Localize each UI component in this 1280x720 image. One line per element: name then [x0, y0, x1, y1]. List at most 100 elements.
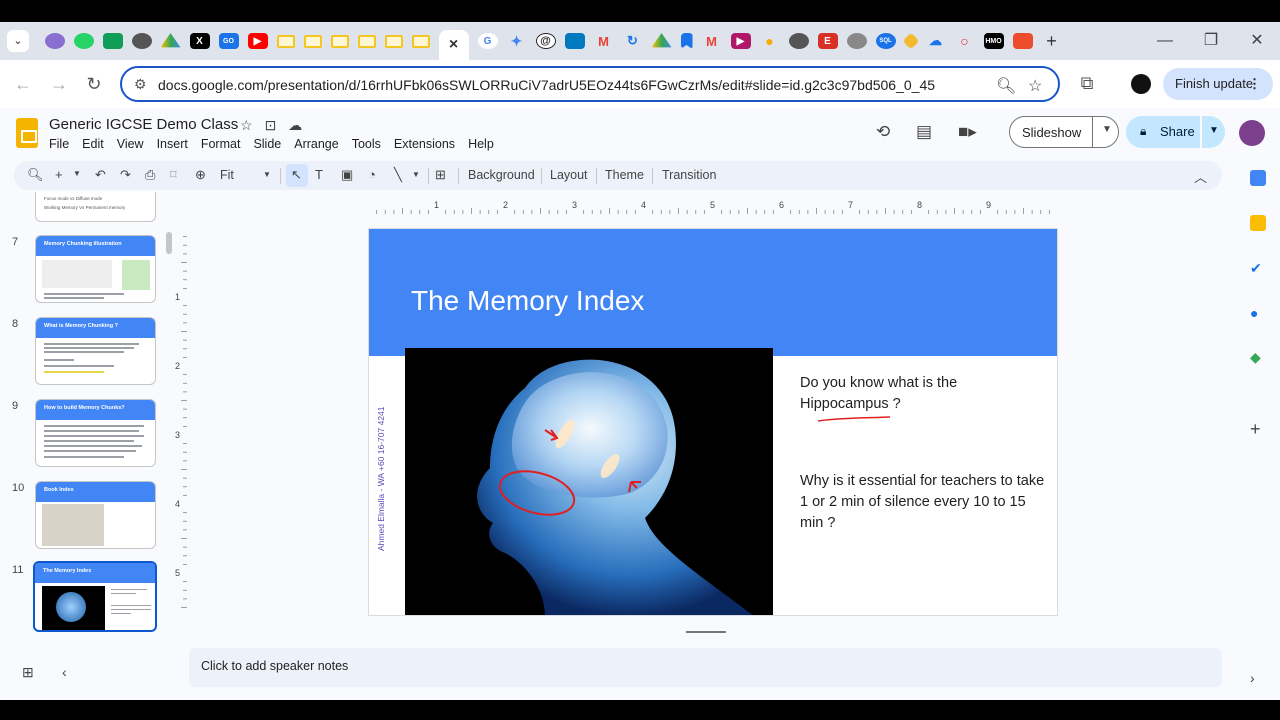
x-tab-icon[interactable]: X [189, 33, 210, 49]
theme-button[interactable]: Theme [605, 168, 644, 182]
slides-tab-icon[interactable] [276, 34, 295, 48]
cloud-tab-icon[interactable]: ☁ [926, 33, 946, 49]
sheets-tab-icon[interactable] [102, 33, 123, 49]
redo-icon[interactable]: ↷ [120, 167, 131, 183]
get-addons-icon[interactable]: + [1250, 419, 1266, 439]
menu-help[interactable]: Help [468, 137, 494, 151]
menu-format[interactable]: Format [201, 137, 241, 151]
slide-thumbnail-9[interactable]: How to build Memory Chunks? [35, 399, 156, 467]
layout-button[interactable]: Layout [550, 168, 588, 182]
horizontal-ruler[interactable]: 1 2 3 4 5 6 7 8 9 [368, 200, 1058, 214]
slide-thumbnail-11-selected[interactable]: The Memory Index [33, 561, 157, 632]
extensions-icon[interactable]: ⧉ [1076, 73, 1098, 94]
tab-search-button[interactable]: ⌄ [7, 30, 29, 52]
shape-icon[interactable]: ◔ [368, 167, 376, 182]
web-tab-icon[interactable] [788, 33, 809, 49]
undo-icon[interactable]: ↶ [95, 167, 106, 183]
gmail-tab-icon[interactable]: M [594, 33, 614, 49]
question-silence[interactable]: Why is it essential for teachers to take… [800, 471, 1045, 534]
slides-tab-icon[interactable] [303, 34, 322, 48]
minimize-icon[interactable]: — [1142, 22, 1188, 60]
slideshow-button[interactable]: Slideshow ▼ [1009, 116, 1119, 148]
vertical-ruler[interactable]: 1 2 3 4 5 [173, 228, 187, 616]
image-icon[interactable]: ▣ [341, 167, 353, 183]
tasks-icon[interactable]: ✔ [1250, 260, 1266, 276]
line-icon[interactable]: ╲ [394, 167, 402, 183]
zoom-icon[interactable]: ⊕ [195, 167, 206, 183]
trello-tab-icon[interactable] [564, 33, 585, 49]
forward-icon[interactable]: → [48, 74, 70, 95]
menu-view[interactable]: View [117, 137, 144, 151]
slides-logo-icon[interactable] [16, 118, 38, 148]
maps-icon[interactable]: ◆ [1250, 349, 1266, 365]
new-slide-dropdown-icon[interactable]: ▼ [73, 169, 81, 178]
chromium-tab-icon[interactable] [44, 33, 65, 49]
sql-tab-icon[interactable]: SQL [875, 33, 896, 49]
share-dropdown-icon[interactable]: ▼ [1209, 125, 1219, 136]
reload-icon[interactable]: ↻ [83, 74, 105, 95]
restore-icon[interactable]: ❐ [1188, 22, 1234, 60]
paint-format-icon[interactable]: ⌑ [170, 167, 177, 183]
ring-tab-icon[interactable] [846, 33, 867, 49]
menu-arrange[interactable]: Arrange [294, 137, 338, 151]
new-tab-button[interactable]: + [1042, 31, 1062, 51]
slideshow-dropdown-icon[interactable]: ▼ [1102, 124, 1112, 135]
sync-tab-icon[interactable]: ↻ [623, 33, 643, 49]
notes-resize-handle[interactable] [686, 631, 726, 633]
slide-thumbnail-6[interactable]: Focus mode vs Diffuse mode Working Memor… [35, 192, 156, 222]
drive-tab-icon[interactable] [651, 33, 672, 48]
shop-tab-icon[interactable] [1012, 33, 1033, 49]
close-window-icon[interactable]: ✕ [1234, 22, 1280, 60]
transition-button[interactable]: Transition [662, 168, 716, 182]
menu-insert[interactable]: Insert [157, 137, 188, 151]
line-dropdown-icon[interactable]: ▼ [412, 170, 420, 179]
profile-avatar[interactable] [1131, 74, 1151, 94]
user-avatar[interactable] [1239, 120, 1265, 146]
menu-extensions[interactable]: Extensions [394, 137, 455, 151]
bookmark-star-icon[interactable]: ☆ [1028, 76, 1042, 96]
bulb-tab-icon[interactable]: ● [760, 33, 780, 49]
collapse-filmstrip-icon[interactable]: ‹ [62, 664, 67, 680]
cloud-status-icon[interactable]: ☁ [288, 117, 302, 134]
collapse-toolbar-icon[interactable]: ︿ [1194, 167, 1207, 186]
chrome-tab-icon[interactable] [131, 33, 152, 49]
slide-title[interactable]: The Memory Index [411, 285, 644, 317]
finish-update-button[interactable]: Finish update ⋮ [1163, 68, 1273, 100]
gomeet-tab-icon[interactable]: GO [218, 33, 239, 49]
menu-edit[interactable]: Edit [82, 137, 104, 151]
speaker-notes-placeholder[interactable]: Click to add speaker notes [201, 659, 348, 673]
question-hippocampus[interactable]: Do you know what is the Hippocampus ? [800, 373, 1020, 415]
menu-slide[interactable]: Slide [253, 137, 281, 151]
opera-tab-icon[interactable]: ○ [955, 33, 975, 49]
slide-thumbnail-10[interactable]: Book Index [35, 481, 156, 549]
slides-tab-icon[interactable] [411, 34, 430, 48]
omnibox[interactable]: ⚙ docs.google.com/presentation/d/16rrhUF… [120, 66, 1060, 102]
comment-add-icon[interactable]: ⊞ [435, 167, 446, 183]
active-tab-close-icon[interactable]: × [438, 30, 469, 60]
at-tab-icon[interactable]: @ [535, 33, 556, 49]
show-side-panel-icon[interactable]: › [1250, 670, 1266, 686]
search-menus-icon[interactable]: 🔍︎ [27, 167, 44, 183]
zoom-search-icon[interactable]: 🔍︎ [996, 76, 1016, 96]
gemini-tab-icon[interactable]: ✦ [507, 33, 527, 49]
pdf-tab-icon[interactable]: ▶ [730, 33, 751, 49]
slide-thumbnail-7[interactable]: Memory Chunking illustration [35, 235, 156, 303]
version-history-icon[interactable]: ⟲ [876, 122, 890, 142]
zoom-select[interactable]: Fit [220, 168, 234, 182]
keep-icon[interactable] [1250, 215, 1266, 231]
move-folder-icon[interactable]: ⊡ [265, 117, 277, 134]
google-tab-icon[interactable]: G [477, 33, 498, 49]
drive-tab-icon[interactable] [160, 33, 181, 48]
extension-tab-icon[interactable]: E [817, 33, 838, 49]
gmail-tab-icon[interactable]: M [702, 33, 722, 49]
bookmark-tab-icon[interactable] [680, 33, 693, 49]
menu-file[interactable]: File [49, 137, 69, 151]
slides-tab-icon[interactable] [330, 34, 349, 48]
comments-icon[interactable]: ▤ [916, 122, 932, 142]
back-icon[interactable]: ← [12, 74, 34, 95]
filmstrip-scrollbar[interactable] [166, 232, 172, 254]
hmo-tab-icon[interactable]: HMO [983, 33, 1004, 49]
text-box-icon[interactable]: T [315, 167, 323, 182]
star-icon[interactable]: ☆ [240, 117, 253, 134]
site-info-icon[interactable]: ⚙ [134, 76, 147, 93]
